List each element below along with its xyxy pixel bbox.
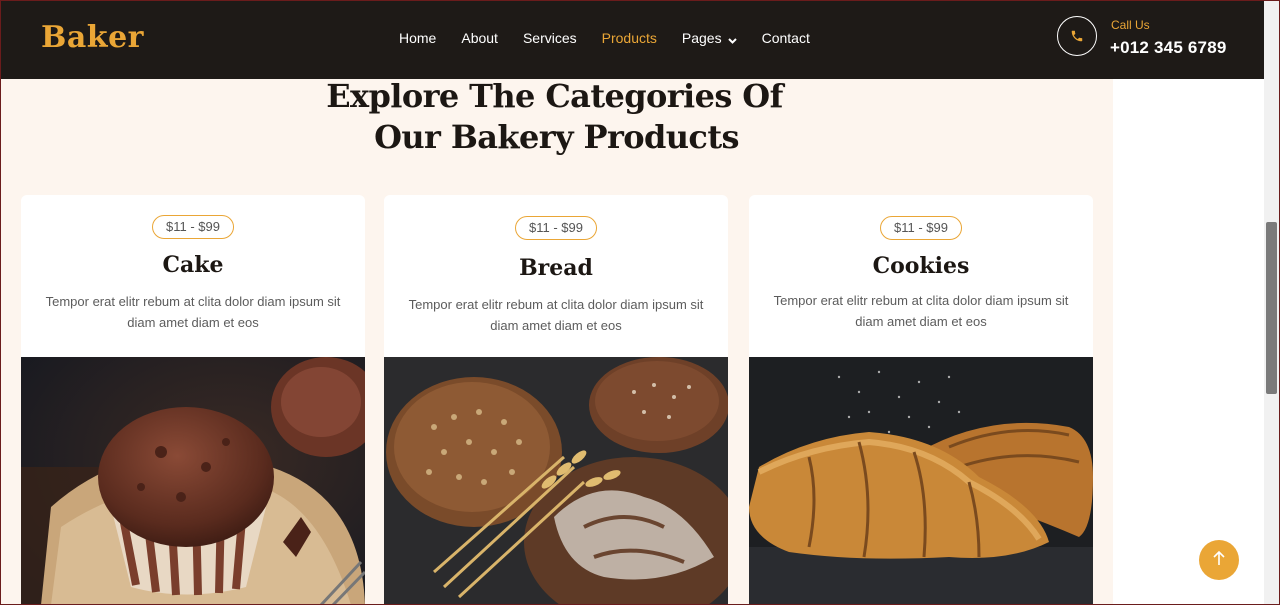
product-card-cookies[interactable]: $11 - $99 Cookies Tempor erat elitr rebu…: [749, 195, 1093, 605]
nav-item-contact[interactable]: Contact: [762, 30, 810, 47]
price-badge: $11 - $99: [880, 216, 962, 240]
brand-logo[interactable]: Baker: [41, 20, 144, 55]
section-heading-line1: Explore The Categories Of: [326, 77, 783, 115]
main-nav: Home About Services Products Pages Conta…: [399, 30, 835, 47]
price-badge: $11 - $99: [515, 216, 597, 240]
card-title: Bread: [519, 255, 593, 281]
product-card-cake[interactable]: $11 - $99 Cake Tempor erat elitr rebum a…: [21, 195, 365, 605]
product-card-bread[interactable]: $11 - $99 Bread Tempor erat elitr rebum …: [384, 195, 728, 605]
card-title: Cake: [162, 252, 224, 278]
navbar: Baker Home About Services Products Pages…: [0, 0, 1264, 79]
croissant-image: [749, 357, 1093, 605]
card-title: Cookies: [872, 253, 970, 279]
nav-item-pages-label: Pages: [681, 30, 722, 46]
nav-item-pages[interactable]: Pages: [682, 30, 737, 47]
cake-image: [21, 357, 365, 605]
section-heading: Explore The Categories Of Our Bakery Pro…: [0, 76, 1113, 158]
card-description: Tempor erat elitr rebum at clita dolor d…: [773, 293, 1069, 329]
price-badge: $11 - $99: [152, 215, 234, 239]
phone-number[interactable]: +012 345 6789: [1110, 38, 1227, 58]
card-description: Tempor erat elitr rebum at clita dolor d…: [408, 297, 704, 333]
phone-icon: [1057, 16, 1097, 56]
nav-item-about[interactable]: About: [461, 30, 498, 47]
nav-item-home[interactable]: Home: [399, 30, 436, 47]
nav-item-services[interactable]: Services: [523, 30, 577, 47]
chevron-down-icon: [727, 31, 737, 47]
scrollbar-thumb[interactable]: [1266, 222, 1277, 394]
section-heading-line2: Our Bakery Products: [374, 118, 739, 156]
nav-item-products[interactable]: Products: [602, 30, 657, 47]
call-us-label: Call Us: [1111, 18, 1150, 32]
card-description: Tempor erat elitr rebum at clita dolor d…: [45, 294, 341, 330]
arrow-up-icon: [1212, 550, 1226, 571]
bread-image: [384, 357, 728, 605]
back-to-top-button[interactable]: [1199, 540, 1239, 580]
